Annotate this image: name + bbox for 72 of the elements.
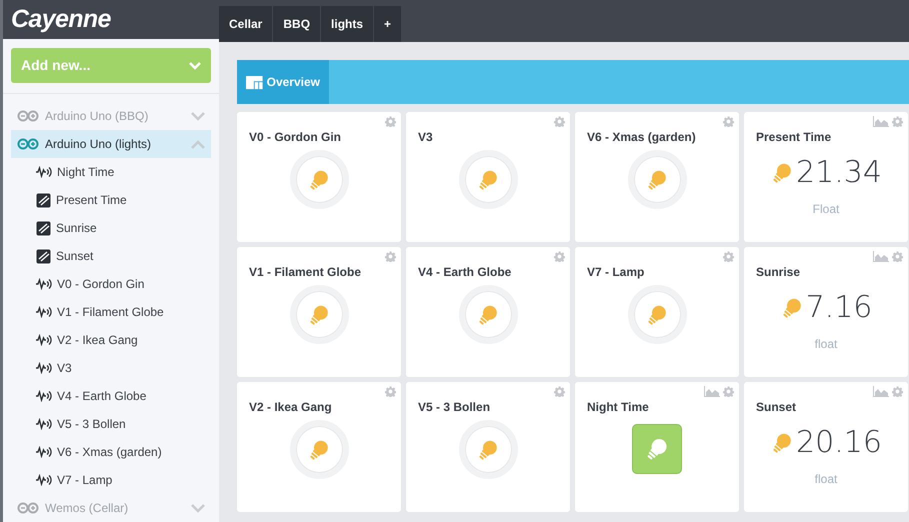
sidebar-item[interactable]: Sunset [11, 242, 211, 270]
device-tab[interactable]: + [374, 6, 402, 42]
signal-wave-icon [36, 362, 52, 374]
device-tab[interactable]: lights [321, 6, 374, 42]
unit-label: float [814, 471, 838, 488]
device-icon [17, 502, 39, 514]
device-icon [17, 138, 39, 150]
device-tab[interactable]: BBQ [273, 6, 320, 42]
signal-wave-icon [36, 278, 52, 290]
widget-title: V7 - Lamp [587, 264, 646, 281]
unit-label: float [814, 336, 838, 353]
sidebar-item[interactable]: V2 - Ikea Gang [11, 326, 211, 354]
widget-title: Sunrise [756, 264, 802, 281]
settings-icon[interactable] [385, 116, 396, 127]
sidebar-item[interactable]: Sunrise [11, 214, 211, 242]
sidebar-item[interactable]: Present Time [11, 186, 211, 214]
settings-icon[interactable] [554, 116, 565, 127]
sidebar-item[interactable]: V6 - Xmas (garden) [11, 438, 211, 466]
widget-title: V0 - Gordon Gin [249, 129, 342, 146]
signal-wave-icon [36, 334, 52, 346]
settings-icon[interactable] [385, 386, 396, 397]
collapse-chevron-icon[interactable] [191, 140, 205, 148]
area-chart-icon[interactable] [704, 386, 720, 397]
unit-label: Float [812, 201, 840, 218]
signal-wave-icon [36, 474, 52, 486]
widget-title: Sunset [756, 399, 798, 416]
sidebar-item[interactable]: V3 [11, 354, 211, 382]
sidebar-item[interactable]: V0 - Gordon Gin [11, 270, 211, 298]
sensor-value: 20.16 [796, 428, 882, 458]
settings-icon[interactable] [892, 116, 903, 127]
sensor-icon [36, 192, 51, 208]
device-icon [17, 110, 39, 122]
sidebar-item[interactable]: V5 - 3 Bollen [11, 410, 211, 438]
device-item[interactable]: Arduino Uno (lights) [11, 130, 211, 158]
settings-icon[interactable] [723, 116, 734, 127]
settings-icon[interactable] [892, 386, 903, 397]
signal-wave-icon [36, 446, 52, 458]
settings-icon[interactable] [554, 251, 565, 262]
widget-title: Present Time [756, 129, 832, 146]
light-toggle-button[interactable] [632, 424, 682, 474]
widget-title: V3 [418, 129, 434, 146]
area-chart-icon[interactable] [873, 386, 889, 397]
widget-title: V2 - Ikea Gang [249, 399, 333, 416]
signal-wave-icon [36, 390, 52, 402]
settings-icon[interactable] [554, 386, 565, 397]
widget-title: V4 - Earth Globe [418, 264, 512, 281]
widget-title: Night Time [587, 399, 650, 416]
sensor-icon [36, 248, 51, 264]
sensor-value: 7.16 [806, 293, 872, 323]
sensor-value: 21.34 [796, 158, 882, 188]
settings-icon[interactable] [723, 386, 734, 397]
widget-title: V1 - Filament Globe [249, 264, 362, 281]
sidebar-item[interactable]: V7 - Lamp [11, 466, 211, 494]
sensor-icon [36, 220, 51, 236]
signal-wave-icon [36, 418, 52, 430]
settings-icon[interactable] [385, 251, 396, 262]
area-chart-icon[interactable] [873, 251, 889, 262]
dashboard-icon [246, 74, 263, 90]
settings-icon[interactable] [892, 251, 903, 262]
sidebar-item[interactable]: Night Time [11, 158, 211, 186]
sidebar-item[interactable]: V1 - Filament Globe [11, 298, 211, 326]
device-tab[interactable]: Cellar [219, 6, 272, 42]
expand-chevron-icon[interactable] [191, 112, 205, 120]
sidebar-item[interactable]: V4 - Earth Globe [11, 382, 211, 410]
chevron-down-icon [189, 62, 201, 70]
widget-title: V6 - Xmas (garden) [587, 129, 697, 146]
settings-icon[interactable] [723, 251, 734, 262]
expand-chevron-icon[interactable] [191, 504, 205, 512]
signal-wave-icon [36, 306, 52, 318]
area-chart-icon[interactable] [873, 116, 889, 127]
widget-title: V5 - 3 Bollen [418, 399, 492, 416]
signal-wave-icon [36, 166, 52, 178]
